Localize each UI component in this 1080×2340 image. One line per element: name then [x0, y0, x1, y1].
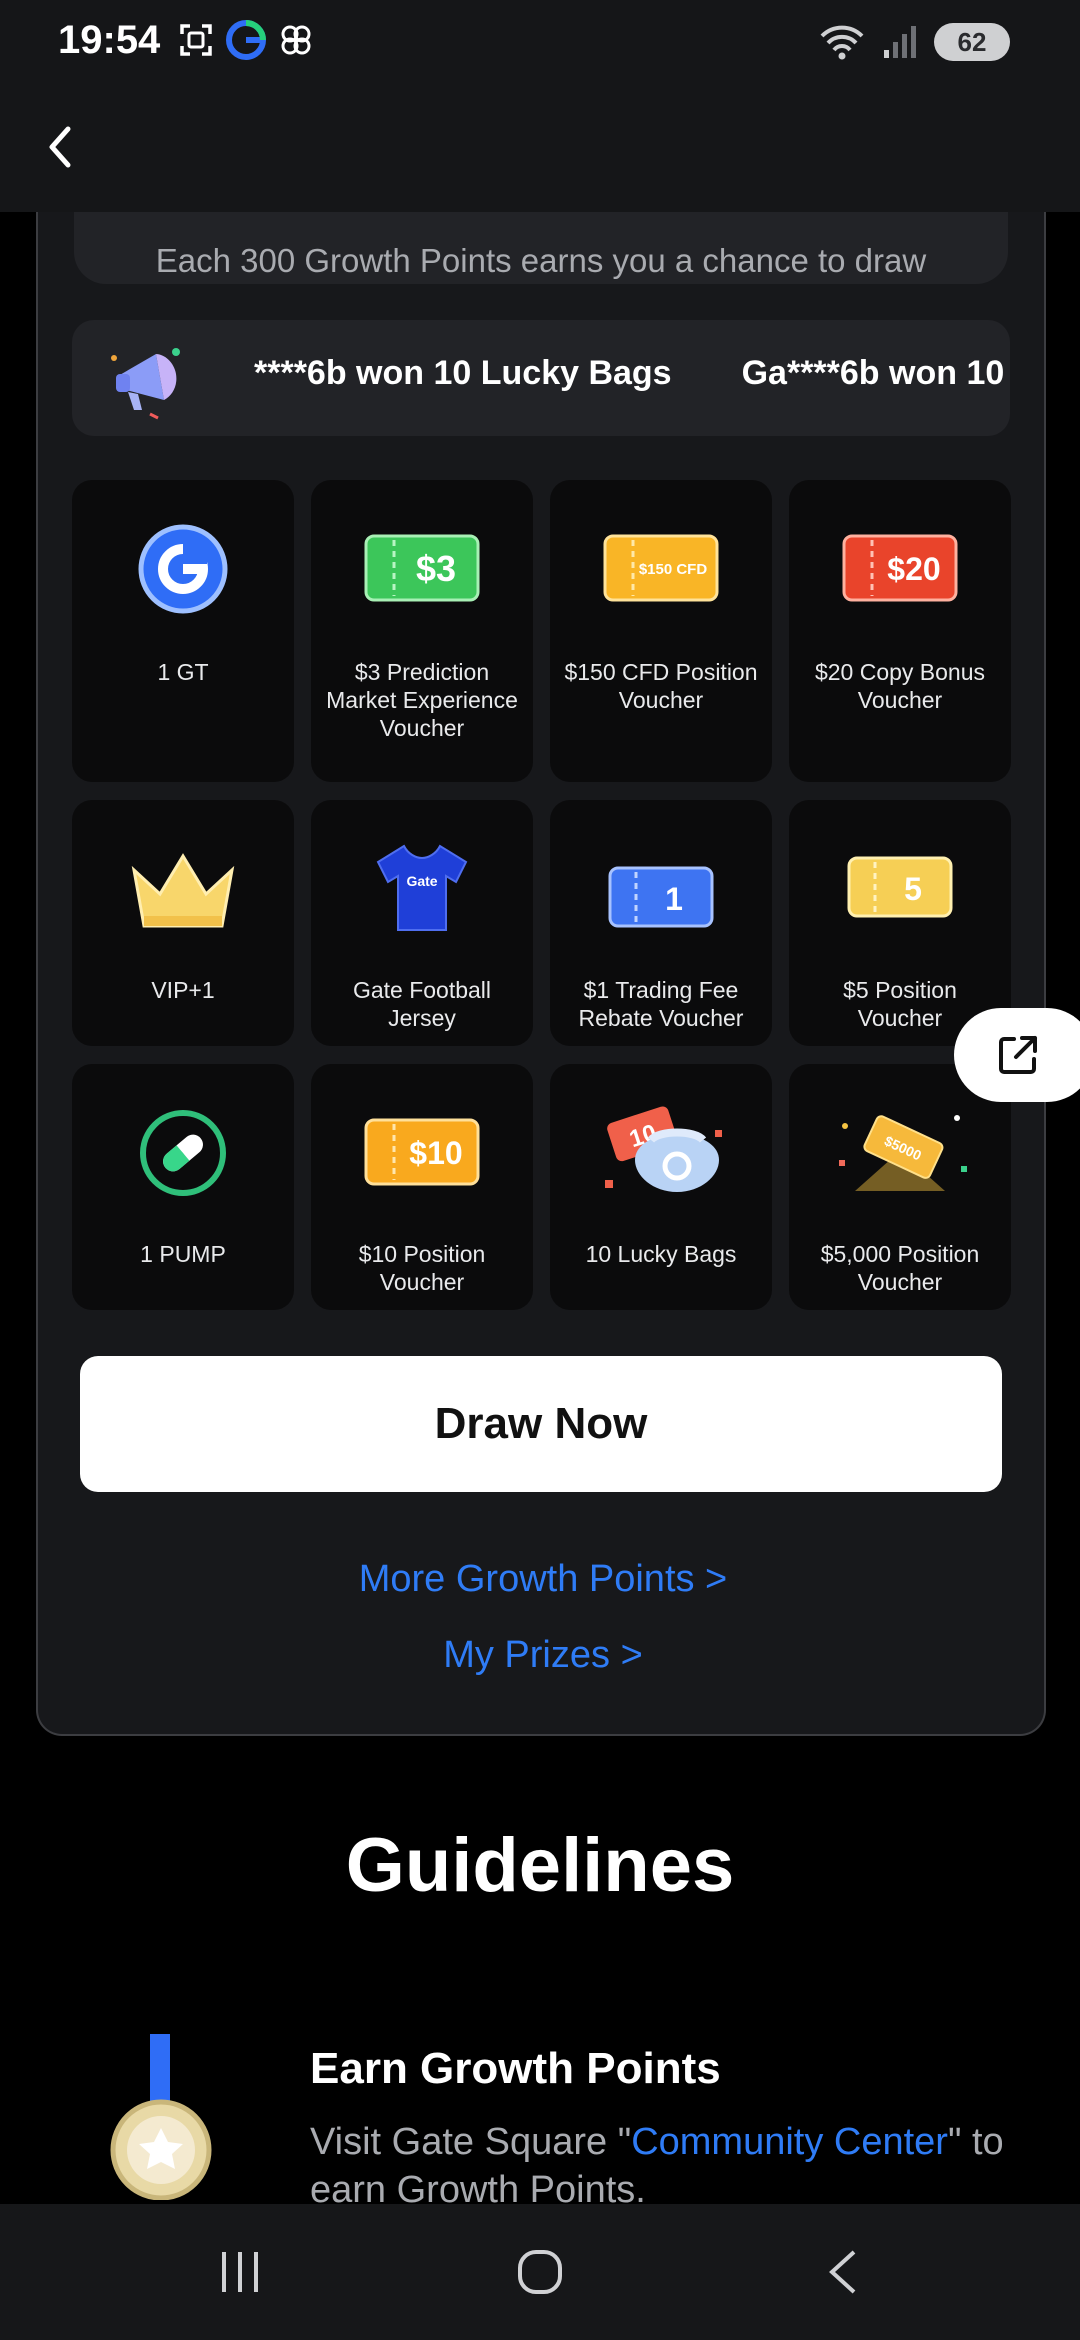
- yellow-voucher-icon: $150 CFD: [603, 534, 719, 602]
- guidelines-title: Guidelines: [345, 1823, 735, 1908]
- prize-label: $3 Prediction Market Experience Voucher: [326, 659, 518, 741]
- prize-label: $10 Position Voucher: [358, 1241, 486, 1295]
- system-navigation-bar: [0, 2204, 1080, 2340]
- svg-text:Gate: Gate: [406, 873, 437, 889]
- system-back-icon[interactable]: [820, 2248, 868, 2296]
- prize-tile: 5 $5 Position Voucher: [789, 800, 1011, 1046]
- wifi-icon: [820, 25, 864, 60]
- draw-now-button[interactable]: Draw Now: [80, 1356, 1002, 1492]
- svg-text:$150 CFD: $150 CFD: [639, 561, 708, 578]
- recent-apps-icon[interactable]: [216, 2248, 264, 2296]
- prize-label: Gate Football Jersey: [352, 977, 492, 1031]
- prize-label: $150 CFD Position Voucher: [564, 659, 758, 713]
- prize-tile: $10 $10 Position Voucher: [311, 1064, 533, 1310]
- earn-desc-prefix: Visit Gate Square ": [310, 2121, 632, 2163]
- svg-text:$3: $3: [416, 548, 456, 589]
- prize-label: $20 Copy Bonus Voucher: [814, 659, 986, 713]
- signal-icon: [884, 26, 916, 58]
- prize-label: $1 Trading Fee Rebate Voucher: [578, 977, 744, 1031]
- prize-label: 10 Lucky Bags: [585, 1241, 737, 1267]
- earn-growth-points-description: Visit Gate Square "Community Center" to …: [310, 2118, 1030, 2214]
- winners-ticker: ****6b won 10 Lucky Bags Ga****6b won 10…: [72, 320, 1010, 436]
- medal-icon: [110, 2034, 212, 2200]
- status-bar: 19:54 62: [0, 0, 1080, 84]
- home-icon[interactable]: [516, 2248, 564, 2296]
- community-center-link[interactable]: Community Center: [631, 2121, 948, 2163]
- prize-tile: $150 CFD $150 CFD Position Voucher: [550, 480, 772, 782]
- ticker-item: Ga****6b won 10 Lu: [741, 354, 1010, 392]
- gold-ticket-icon: $5000: [839, 1115, 967, 1191]
- prize-label: $5,000 Position Voucher: [820, 1241, 980, 1295]
- pinwheel-icon: [281, 25, 311, 55]
- ticker-item: ****6b won 10 Lucky Bags: [254, 354, 672, 392]
- earn-growth-points-title: Earn Growth Points: [310, 2044, 721, 2093]
- more-growth-points-link[interactable]: More Growth Points >: [38, 1558, 1048, 1601]
- prize-label: 1 GT: [157, 659, 209, 685]
- blue-voucher-icon: 1: [608, 866, 714, 928]
- jersey-icon: Gate: [376, 844, 468, 931]
- pill-coin-icon: [140, 1110, 226, 1196]
- prize-tile: $3 $3 Prediction Market Experience Vouch…: [311, 480, 533, 782]
- header-bar: [0, 84, 1080, 212]
- battery-indicator: 62: [934, 23, 1010, 61]
- my-prizes-link[interactable]: My Prizes >: [38, 1634, 1048, 1677]
- prize-tile: $5000 $5,000 Position Voucher: [789, 1064, 1011, 1310]
- gold-voucher-icon: 5: [847, 856, 953, 918]
- gate-app-icon: [226, 20, 266, 60]
- ticker-track: ****6b won 10 Lucky Bags Ga****6b won 10…: [254, 354, 1010, 393]
- ticker-clip: ****6b won 10 Lucky Bags Ga****6b won 10…: [252, 320, 1010, 436]
- svg-text:$10: $10: [409, 1135, 462, 1171]
- gt-coin-icon: [138, 524, 228, 614]
- lucky-bags-icon: 10: [605, 1106, 722, 1192]
- orange-voucher-icon: $10: [364, 1118, 480, 1186]
- prize-label: 1 PUMP: [140, 1241, 226, 1267]
- back-button[interactable]: [34, 114, 84, 180]
- prize-tile: 1 PUMP: [72, 1064, 294, 1310]
- status-system-icons: 62: [818, 22, 1010, 62]
- prize-label: VIP+1: [151, 977, 215, 1003]
- prize-tile: 1 $1 Trading Fee Rebate Voucher: [550, 800, 772, 1046]
- status-time: 19:54: [58, 18, 161, 62]
- prize-tile: Gate Gate Football Jersey: [311, 800, 533, 1046]
- prize-tile: $20 $20 Copy Bonus Voucher: [789, 480, 1011, 782]
- svg-text:1: 1: [665, 881, 683, 917]
- external-link-icon: [999, 1036, 1037, 1074]
- crown-icon: [131, 853, 235, 928]
- megaphone-icon: [111, 348, 180, 420]
- lottery-panel: Each 300 Growth Points earns you a chanc…: [36, 212, 1046, 1736]
- prize-tile: VIP+1: [72, 800, 294, 1046]
- share-button[interactable]: [954, 1008, 1080, 1102]
- chevron-left-icon: [49, 126, 71, 168]
- prize-tile: 10 10 Lucky Bags: [550, 1064, 772, 1310]
- svg-text:5: 5: [904, 871, 922, 907]
- svg-text:$20: $20: [887, 551, 940, 587]
- red-voucher-icon: $20: [842, 534, 958, 602]
- status-app-icons: [176, 20, 316, 60]
- screenshot-icon: [180, 24, 212, 56]
- points-info-banner: Each 300 Growth Points earns you a chanc…: [74, 212, 1008, 284]
- prize-tile: 1 GT: [72, 480, 294, 782]
- green-voucher-icon: $3: [364, 534, 480, 602]
